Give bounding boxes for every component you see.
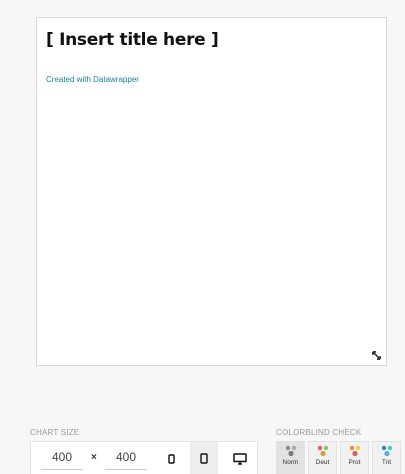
chart-editor: [ Insert title here ] Created with Dataw… xyxy=(0,0,405,474)
colorblind-mode-group: Norm Deut Prot Trit xyxy=(276,441,401,474)
colorblind-norm-button[interactable]: Norm xyxy=(276,441,305,474)
chart-height-input[interactable] xyxy=(105,450,147,470)
color-dots-icon xyxy=(349,445,360,457)
chart-title[interactable]: [ Insert title here ] xyxy=(46,30,219,50)
color-dots-icon xyxy=(317,445,328,457)
colorblind-mode-name: Deut xyxy=(315,459,330,466)
mobile-icon xyxy=(167,453,175,464)
chart-size-bar: × xyxy=(30,441,258,474)
chart-width-input[interactable] xyxy=(41,450,83,470)
colorblind-check-label: COLORBLIND CHECK xyxy=(276,428,362,437)
color-dots-icon xyxy=(285,445,296,457)
resize-handle-icon[interactable] xyxy=(372,351,381,360)
chart-size-label: CHART SIZE xyxy=(30,428,80,437)
colorblind-mode-name: Prot xyxy=(348,459,361,466)
chart-preview: [ Insert title here ] Created with Dataw… xyxy=(36,17,387,366)
colorblind-prot-button[interactable]: Prot xyxy=(340,441,369,474)
color-dots-icon xyxy=(381,445,392,457)
tablet-size-button[interactable] xyxy=(190,442,218,474)
colorblind-mode-name: Norm xyxy=(282,459,299,466)
desktop-icon xyxy=(233,452,247,465)
colorblind-trit-button[interactable]: Trit xyxy=(372,441,401,474)
credit-link[interactable]: Created with Datawrapper xyxy=(46,75,139,84)
times-symbol: × xyxy=(91,452,97,463)
tablet-icon xyxy=(200,453,208,464)
colorblind-deut-button[interactable]: Deut xyxy=(308,441,337,474)
desktop-size-button[interactable] xyxy=(224,442,256,474)
colorblind-mode-name: Trit xyxy=(381,459,392,466)
mobile-size-button[interactable] xyxy=(157,442,185,474)
